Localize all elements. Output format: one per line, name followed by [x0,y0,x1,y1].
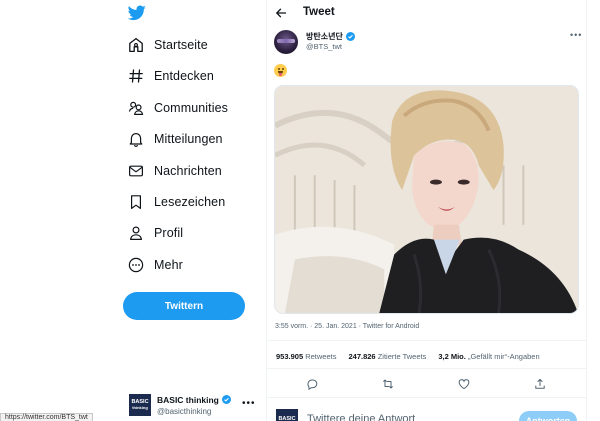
tweet-button[interactable]: Twittern [123,292,245,320]
communities-icon [128,100,144,116]
sidebar-item-label: Lesezeichen [154,195,226,209]
author-handle[interactable]: @BTS_twt [306,42,342,51]
status-bar-url: https://twitter.com/BTS_twt [0,413,93,421]
account-handle: @basicthinking [157,406,212,416]
avatar-text: thinking [132,405,148,411]
sidebar-item-label: Mehr [154,258,183,272]
bell-icon [128,131,144,147]
sidebar-item-home[interactable]: Startseite [128,33,208,57]
share-icon[interactable] [534,377,546,389]
sidebar-item-label: Mitteilungen [154,132,223,146]
author-avatar[interactable] [274,30,298,54]
sidebar-item-more[interactable]: Mehr [128,253,183,277]
more-circle-icon [128,257,144,273]
sidebar-item-explore[interactable]: Entdecken [128,64,214,88]
likes-label: „Gefällt mir“-Angaben [467,352,540,361]
verified-badge-icon [221,395,231,404]
reply-button[interactable]: Antworten [519,411,577,421]
twitter-bird-icon[interactable] [127,5,146,21]
divider [266,340,586,341]
tweet-timestamp[interactable]: 3:55 vorm. · 25. Jan. 2021 · Twitter for… [275,323,419,330]
likes-stat[interactable]: 3,2 Mio. „Gefällt mir“-Angaben [438,352,539,361]
bookmark-icon [128,194,144,210]
quotes-stat[interactable]: 247.826 Zitierte Tweets [348,352,426,361]
avatar: BASIC thinking [129,394,151,416]
sidebar-item-messages[interactable]: Nachrichten [128,159,222,183]
account-name: BASIC thinking [157,394,219,405]
retweets-stat[interactable]: 953.905 Retweets [276,352,336,361]
sidebar-item-label: Entdecken [154,69,214,83]
sidebar-item-label: Profil [154,226,184,240]
reply-icon[interactable] [306,377,318,391]
home-icon [128,37,144,53]
reply-input[interactable]: Twittere deine Antwort [307,413,415,421]
column-divider [586,0,587,421]
tweet-photo[interactable] [274,85,579,314]
tweet-more-icon[interactable]: ••• [570,30,582,40]
avatar-text: BASIC [278,416,296,421]
avatar: BASIC [276,409,298,421]
column-divider [266,0,267,421]
sidebar-item-profile[interactable]: Profil [128,221,183,245]
like-heart-icon[interactable] [458,377,470,390]
author-name[interactable]: 방탄소년단 [306,31,343,42]
retweets-label: Retweets [305,352,337,361]
retweet-icon[interactable] [382,377,394,389]
divider [266,397,586,398]
likes-count: 3,2 Mio. [438,352,466,361]
retweets-count: 953.905 [276,352,304,361]
back-arrow-icon[interactable] [275,6,287,18]
hashtag-icon [128,68,144,84]
tweet-stats: 953.905 Retweets 247.826 Zitierte Tweets… [276,352,540,361]
person-icon [128,225,144,241]
quotes-count: 247.826 [348,352,376,361]
envelope-icon [128,163,144,179]
divider [266,368,586,369]
sidebar-item-label: Communities [154,101,229,115]
author-name-row[interactable]: 방탄소년단 [306,31,355,42]
sidebar: Startseite Entdecken Communities Mitteil… [0,0,266,421]
tongue-emoji-icon [274,64,287,77]
sidebar-item-bookmarks[interactable]: Lesezeichen [128,190,225,214]
sidebar-item-label: Nachrichten [154,164,222,178]
sidebar-item-notifications[interactable]: Mitteilungen [128,127,223,151]
sidebar-item-communities[interactable]: Communities [128,96,228,120]
sidebar-item-label: Startseite [154,38,208,52]
quotes-label: Zitierte Tweets [377,352,427,361]
verified-badge-icon [345,32,355,41]
more-dots-icon[interactable]: ••• [242,398,256,409]
page-title: Tweet [303,6,335,18]
account-switcher[interactable]: BASIC thinking BASIC thinking @basicthin… [129,392,259,418]
